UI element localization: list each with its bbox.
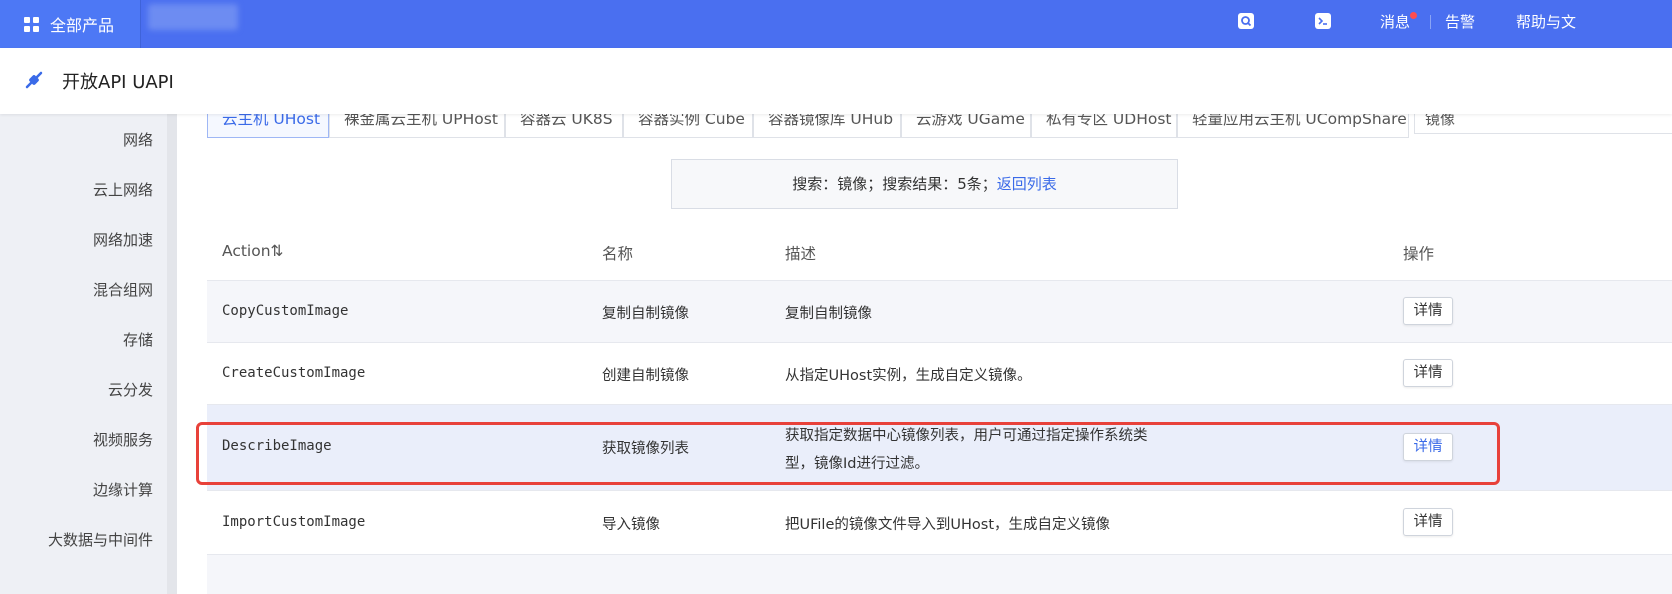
search-result-summary: 搜索：镜像；搜索结果：5条；返回列表 xyxy=(671,159,1178,209)
api-name: 创建自制镜像 xyxy=(602,368,689,384)
api-name: 导入镜像 xyxy=(602,517,660,533)
table-row: CopyCustomImage 复制自制镜像 复制自制镜像 详情 xyxy=(207,280,1672,342)
column-header-name: 名称 xyxy=(602,245,634,263)
column-header-description: 描述 xyxy=(785,245,817,263)
column-header-operation: 操作 xyxy=(1403,245,1435,263)
notification-dot xyxy=(1410,12,1417,19)
help-link[interactable]: 帮助与文 xyxy=(1516,0,1576,48)
sidebar-item-storage[interactable]: 存储 xyxy=(123,329,153,350)
table-row: DescribeImage 获取镜像列表 获取指定数据中心镜像列表，用户可通过指… xyxy=(207,404,1672,490)
sidebar-item-cdn[interactable]: 云分发 xyxy=(108,379,153,400)
page-title: 开放API UAPI xyxy=(62,72,174,93)
column-header-action[interactable]: Action⇅ xyxy=(222,242,284,260)
api-link-icon xyxy=(25,71,43,89)
back-to-list-link[interactable]: 返回列表 xyxy=(997,175,1057,193)
all-products-button[interactable]: 全部产品 xyxy=(0,0,141,48)
api-description: 从指定UHost实例，生成自定义镜像。 xyxy=(785,368,1032,384)
details-button[interactable]: 详情 xyxy=(1403,297,1453,325)
sidebar-item-network-acceleration[interactable]: 网络加速 xyxy=(93,229,153,250)
sidebar-item-network[interactable]: 网络 xyxy=(123,129,153,150)
api-description: 把UFile的镜像文件导入到UHost，生成自定义镜像 xyxy=(785,517,1111,533)
page-header: 开放API UAPI xyxy=(0,48,1672,114)
action-name: DescribeImage xyxy=(222,438,332,454)
sidebar-item-big-data[interactable]: 大数据与中间件 xyxy=(48,529,153,550)
sidebar-item-video[interactable]: 视频服务 xyxy=(93,429,153,450)
details-button[interactable]: 详情 xyxy=(1403,359,1453,387)
table-row: ImportCustomImage 导入镜像 把UFile的镜像文件导入到UHo… xyxy=(207,490,1672,554)
action-name: CreateCustomImage xyxy=(222,365,366,381)
grid-icon xyxy=(24,16,39,32)
details-button[interactable]: 详情 xyxy=(1403,433,1453,461)
terminal-icon[interactable] xyxy=(1315,13,1331,29)
main-content: 云主机 UHost 裸金属云主机 UPHost 容器云 UK8S 容器实例 Cu… xyxy=(177,102,1672,594)
sidebar-item-edge-computing[interactable]: 边缘计算 xyxy=(93,479,153,500)
sidebar-item-hybrid-network[interactable]: 混合组网 xyxy=(93,279,153,300)
divider xyxy=(1430,15,1431,29)
blurred-account-info xyxy=(148,4,238,30)
api-description-line-1: 获取指定数据中心镜像列表，用户可通过指定操作系统类 xyxy=(785,428,1148,444)
api-description-line-2: 型，镜像Id进行过滤。 xyxy=(785,456,929,472)
top-navigation-bar: 全部产品 消息 告警 帮助与文 xyxy=(0,0,1672,48)
api-description: 复制自制镜像 xyxy=(785,306,872,322)
messages-link[interactable]: 消息 xyxy=(1380,0,1410,48)
details-button[interactable]: 详情 xyxy=(1403,508,1453,536)
all-products-label: 全部产品 xyxy=(50,16,115,35)
search-icon[interactable] xyxy=(1238,13,1254,29)
search-result-text: 搜索：镜像；搜索结果：5条； xyxy=(792,175,997,193)
api-name: 复制自制镜像 xyxy=(602,306,689,322)
sidebar-scrollbar[interactable] xyxy=(167,114,177,594)
sidebar-item-cloud-network[interactable]: 云上网络 xyxy=(93,179,153,200)
api-name: 获取镜像列表 xyxy=(602,441,689,457)
table-row xyxy=(207,554,1672,594)
alerts-link[interactable]: 告警 xyxy=(1445,0,1475,48)
sidebar: 网络 云上网络 网络加速 混合组网 存储 云分发 视频服务 边缘计算 大数据与中… xyxy=(0,114,167,594)
table-row: CreateCustomImage 创建自制镜像 从指定UHost实例，生成自定… xyxy=(207,342,1672,404)
action-name: ImportCustomImage xyxy=(222,514,366,530)
action-name: CopyCustomImage xyxy=(222,303,349,319)
